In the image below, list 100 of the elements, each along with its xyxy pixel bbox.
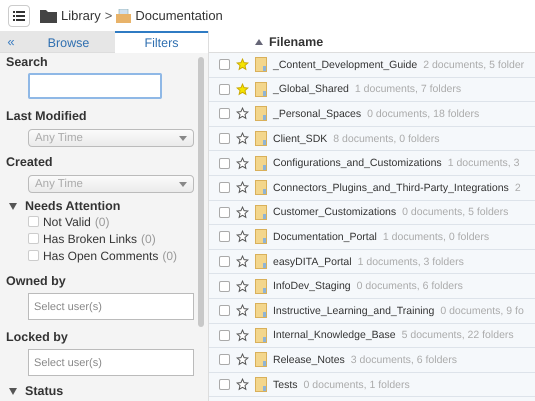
folder-icon bbox=[255, 82, 267, 97]
folder-info: 5 documents, 22 folders bbox=[402, 329, 514, 342]
filter-title: Last Modified bbox=[6, 109, 88, 123]
folder-info: 2 documents, 5 folder bbox=[423, 58, 524, 71]
folder-name[interactable]: Customer_Customizations bbox=[273, 206, 396, 218]
folder-documents-icon bbox=[116, 8, 132, 22]
breadcrumb-separator: > bbox=[104, 8, 112, 23]
row-checkbox[interactable] bbox=[219, 256, 230, 268]
scrollbar-thumb[interactable] bbox=[198, 57, 204, 327]
star-icon[interactable] bbox=[236, 181, 249, 194]
folder-icon bbox=[255, 278, 267, 294]
star-icon[interactable] bbox=[236, 156, 249, 170]
filter-title: Search bbox=[6, 55, 49, 69]
folder-name[interactable]: Internal_Knowledge_Base bbox=[273, 329, 396, 342]
breadcrumb-link[interactable]: Library bbox=[61, 8, 101, 23]
star-icon[interactable] bbox=[236, 328, 249, 342]
star-icon[interactable] bbox=[236, 230, 249, 244]
row-checkbox[interactable] bbox=[219, 158, 230, 169]
star-icon[interactable] bbox=[236, 107, 249, 120]
row-checkbox[interactable] bbox=[219, 182, 230, 194]
folder-icon bbox=[255, 229, 267, 244]
user-select-field[interactable]: Select user(s) bbox=[28, 293, 194, 320]
folder-icon bbox=[255, 57, 267, 72]
folder-info: 0 documents, 6 folders bbox=[356, 280, 463, 292]
folder-info: 8 documents, 0 folders bbox=[333, 132, 440, 145]
checkbox[interactable] bbox=[28, 216, 39, 227]
row-checkbox[interactable] bbox=[219, 280, 230, 292]
row-checkbox[interactable] bbox=[219, 231, 230, 242]
row-checkbox[interactable] bbox=[219, 133, 230, 144]
list-view-button[interactable] bbox=[8, 4, 30, 26]
star-icon[interactable] bbox=[236, 353, 249, 366]
row-checkbox[interactable] bbox=[219, 84, 230, 95]
star-icon[interactable] bbox=[236, 378, 249, 392]
folder-info: 0 documents, 18 folders bbox=[367, 108, 480, 120]
option-count: (0) bbox=[162, 248, 178, 262]
folder-name[interactable]: easyDITA_Portal bbox=[273, 256, 352, 268]
row-checkbox[interactable] bbox=[219, 206, 230, 218]
star-icon[interactable] bbox=[236, 280, 249, 293]
folder-info: 1 documents, 3 bbox=[448, 157, 520, 170]
folder-name[interactable]: _Global_Shared bbox=[273, 83, 349, 96]
folder-icon bbox=[255, 131, 267, 146]
filter-group-toggle[interactable]: Status bbox=[6, 384, 192, 398]
row-checkbox[interactable] bbox=[219, 305, 230, 316]
option-count: (0) bbox=[94, 214, 110, 228]
folder-name[interactable]: Configurations_and_Customizations bbox=[273, 157, 442, 170]
folder-name[interactable]: Client_SDK bbox=[273, 132, 328, 145]
folder-name[interactable]: _Content_Development_Guide bbox=[273, 58, 418, 71]
folder-info: 1 documents, 3 folders bbox=[358, 256, 464, 268]
sort-up-icon bbox=[255, 38, 263, 44]
folder-info: 1 documents, 0 folders bbox=[382, 230, 490, 243]
row-checkbox[interactable] bbox=[219, 59, 230, 70]
checkbox[interactable] bbox=[28, 233, 39, 244]
search-field[interactable] bbox=[28, 73, 162, 99]
folder-name[interactable]: InfoDev_Staging bbox=[273, 280, 351, 292]
filter-title: Locked by bbox=[6, 330, 69, 344]
star-icon[interactable] bbox=[236, 304, 249, 318]
option-label: Has Open Comments bbox=[43, 248, 158, 262]
breadcrumb-link[interactable]: Documentation bbox=[135, 8, 223, 23]
folder-info: 2 bbox=[514, 182, 521, 194]
row-checkbox[interactable] bbox=[219, 379, 230, 390]
folder-icon bbox=[255, 377, 267, 392]
folder-icon bbox=[255, 303, 267, 318]
panel-tab[interactable]: Filters bbox=[115, 31, 208, 53]
star-icon[interactable] bbox=[236, 255, 249, 268]
folder-icon bbox=[255, 352, 267, 368]
folder-icon bbox=[255, 254, 267, 270]
folder-info: 0 documents, 5 folders bbox=[402, 206, 508, 218]
folder-name[interactable]: Release_Notes bbox=[273, 354, 345, 366]
caret-down-icon bbox=[179, 182, 187, 186]
menu-icon bbox=[13, 10, 25, 20]
option-label: Not Valid bbox=[43, 214, 91, 228]
row-checkbox[interactable] bbox=[219, 330, 230, 341]
panel-tab[interactable]: Browse bbox=[22, 31, 115, 53]
folder-info: 0 documents, 9 fo bbox=[440, 304, 524, 317]
folder-info: 0 documents, 1 folders bbox=[304, 378, 410, 391]
user-select-field[interactable]: Select user(s) bbox=[28, 349, 194, 376]
option-label: Has Broken Links bbox=[43, 232, 138, 246]
folder-icon bbox=[40, 8, 57, 22]
collapse-button[interactable]: « bbox=[0, 31, 22, 53]
folder-name[interactable]: Documentation_Portal bbox=[273, 230, 377, 243]
caret-down-icon bbox=[9, 202, 17, 210]
row-checkbox[interactable] bbox=[219, 354, 230, 366]
star-icon[interactable] bbox=[236, 206, 249, 219]
filter-title: Created bbox=[6, 155, 54, 169]
folder-icon bbox=[255, 106, 267, 122]
caret-down-icon bbox=[9, 388, 17, 394]
folder-name[interactable]: Tests bbox=[273, 378, 298, 391]
folder-name[interactable]: _Personal_Spaces bbox=[273, 108, 362, 120]
caret-down-icon bbox=[179, 136, 187, 140]
folder-name[interactable]: Instructive_Learning_and_Training bbox=[273, 304, 434, 317]
checkbox[interactable] bbox=[28, 250, 39, 261]
folder-info: 3 documents, 6 folders bbox=[350, 354, 458, 366]
row-checkbox[interactable] bbox=[219, 108, 230, 120]
column-header[interactable]: Filename bbox=[269, 34, 324, 48]
star-icon[interactable] bbox=[236, 82, 249, 96]
star-icon[interactable] bbox=[236, 132, 249, 146]
folder-name[interactable]: Connectors_Plugins_and_Third-Party_Integrations bbox=[273, 182, 509, 194]
filter-group-toggle[interactable]: Needs Attention bbox=[6, 199, 192, 213]
star-icon[interactable] bbox=[236, 58, 249, 72]
folder-icon bbox=[255, 204, 267, 220]
